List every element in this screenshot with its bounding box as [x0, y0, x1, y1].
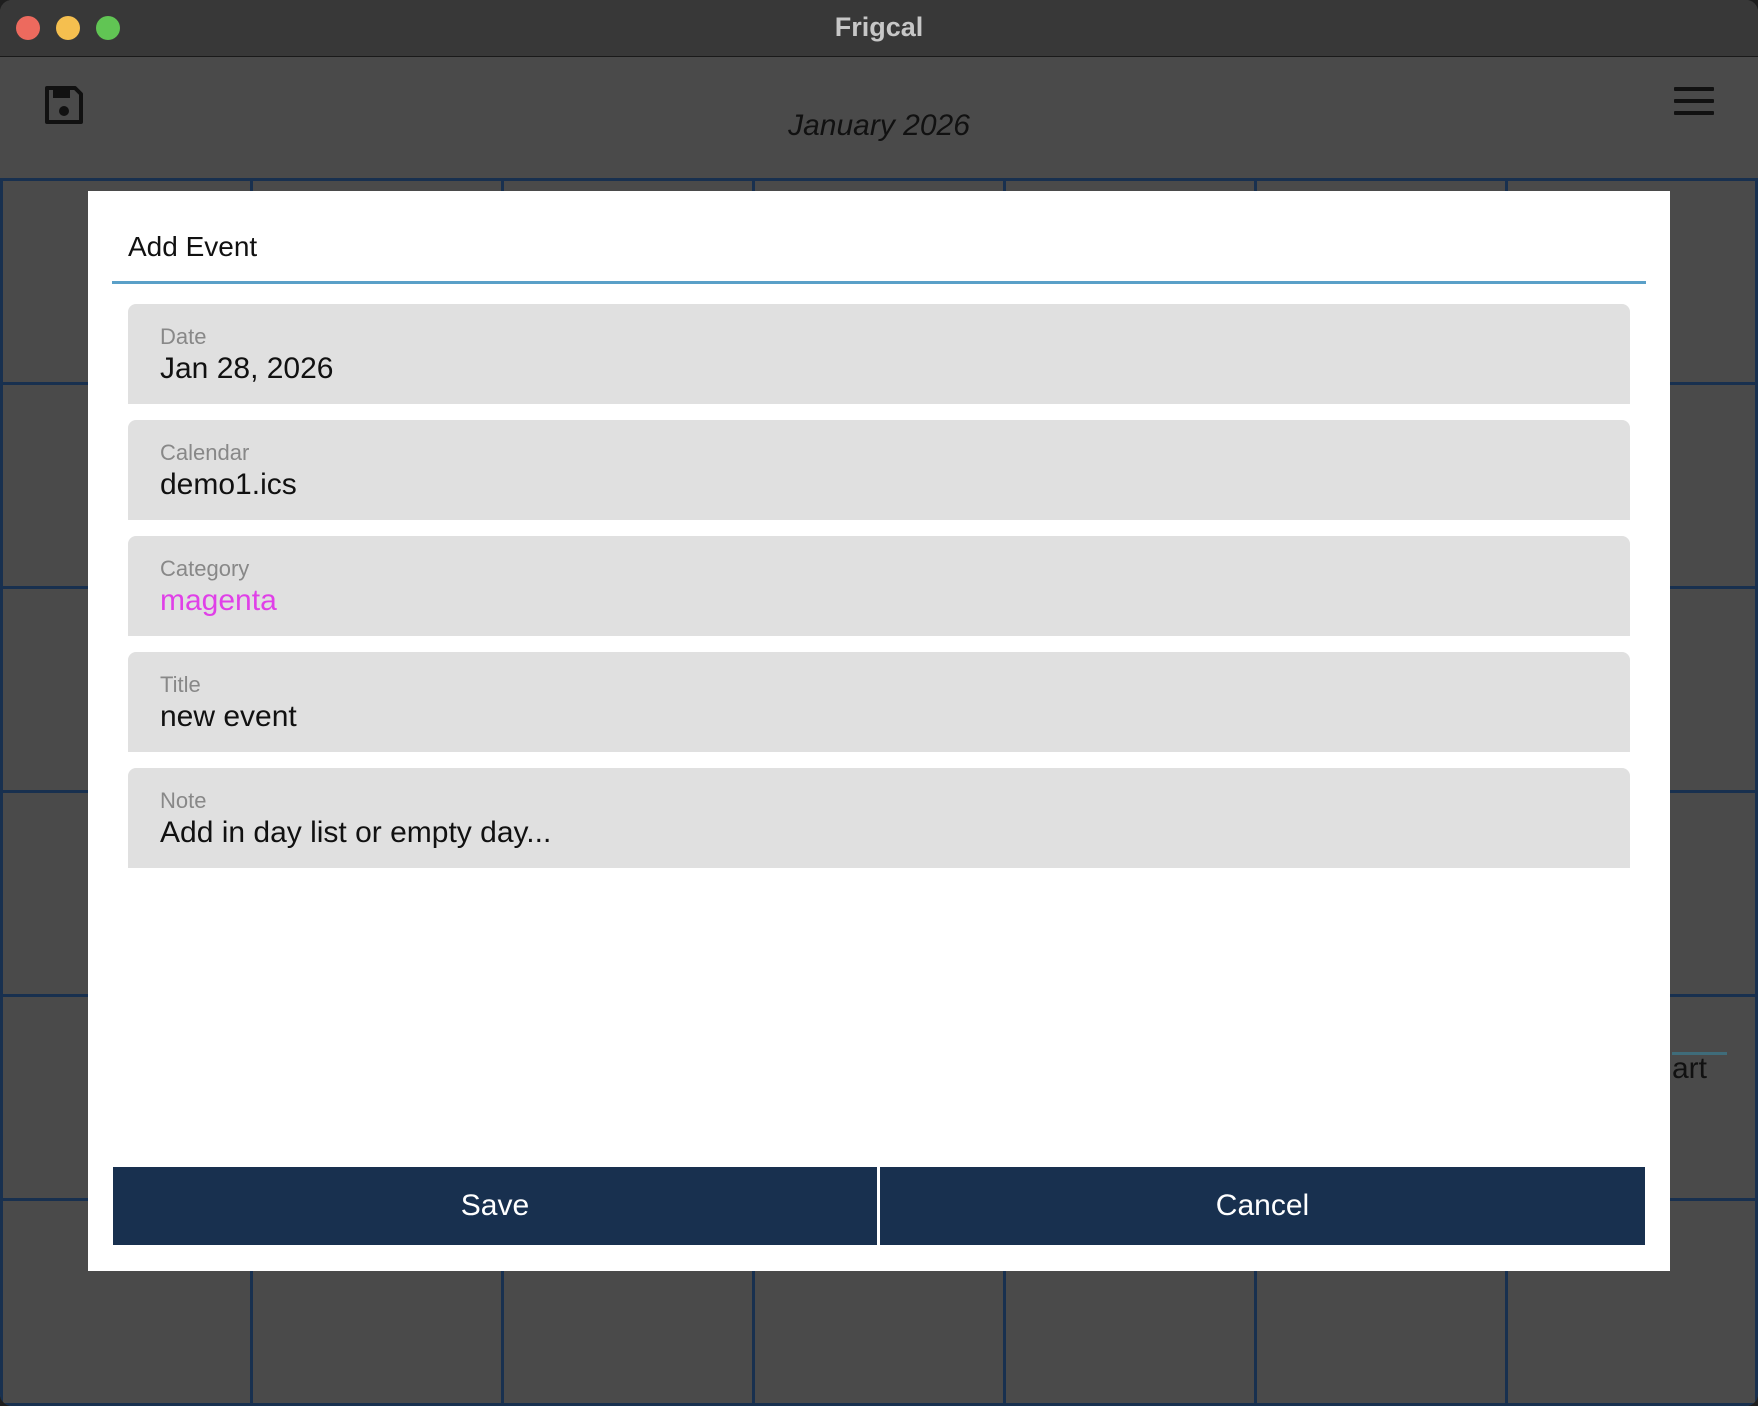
app-window: Frigcal January 2026 art Add Event Date …	[0, 0, 1758, 1406]
title-field[interactable]: Title new event	[128, 652, 1630, 752]
title-value: new event	[160, 700, 297, 733]
calendar-field[interactable]: Calendar demo1.ics	[128, 420, 1630, 520]
category-value: magenta	[160, 584, 277, 617]
note-field[interactable]: Note Add in day list or empty day...	[128, 768, 1630, 868]
calendar-value: demo1.ics	[160, 468, 297, 501]
title-label: Title	[160, 672, 201, 697]
calendar-label: Calendar	[160, 440, 250, 465]
date-label: Date	[160, 324, 207, 349]
category-label: Category	[160, 556, 250, 581]
background-event-text: art	[1672, 1052, 1708, 1085]
save-button[interactable]: Save	[113, 1167, 877, 1245]
dialog-title-underline	[112, 281, 1646, 284]
window-title: Frigcal	[834, 12, 924, 42]
add-event-dialog: Add Event Date Jan 28, 2026 Calendar dem…	[88, 191, 1670, 1271]
date-field[interactable]: Date Jan 28, 2026	[128, 304, 1630, 404]
toolbar: January 2026	[0, 57, 1758, 178]
date-value: Jan 28, 2026	[160, 352, 334, 385]
category-field[interactable]: Category magenta	[128, 536, 1630, 636]
dialog-title: Add Event	[128, 231, 258, 262]
cancel-button[interactable]: Cancel	[880, 1167, 1645, 1245]
note-value: Add in day list or empty day...	[160, 816, 552, 849]
month-title: January 2026	[788, 109, 970, 142]
note-label: Note	[160, 788, 207, 813]
title-bar: Frigcal	[0, 0, 1758, 57]
hamburger-menu-icon[interactable]	[1674, 87, 1714, 117]
